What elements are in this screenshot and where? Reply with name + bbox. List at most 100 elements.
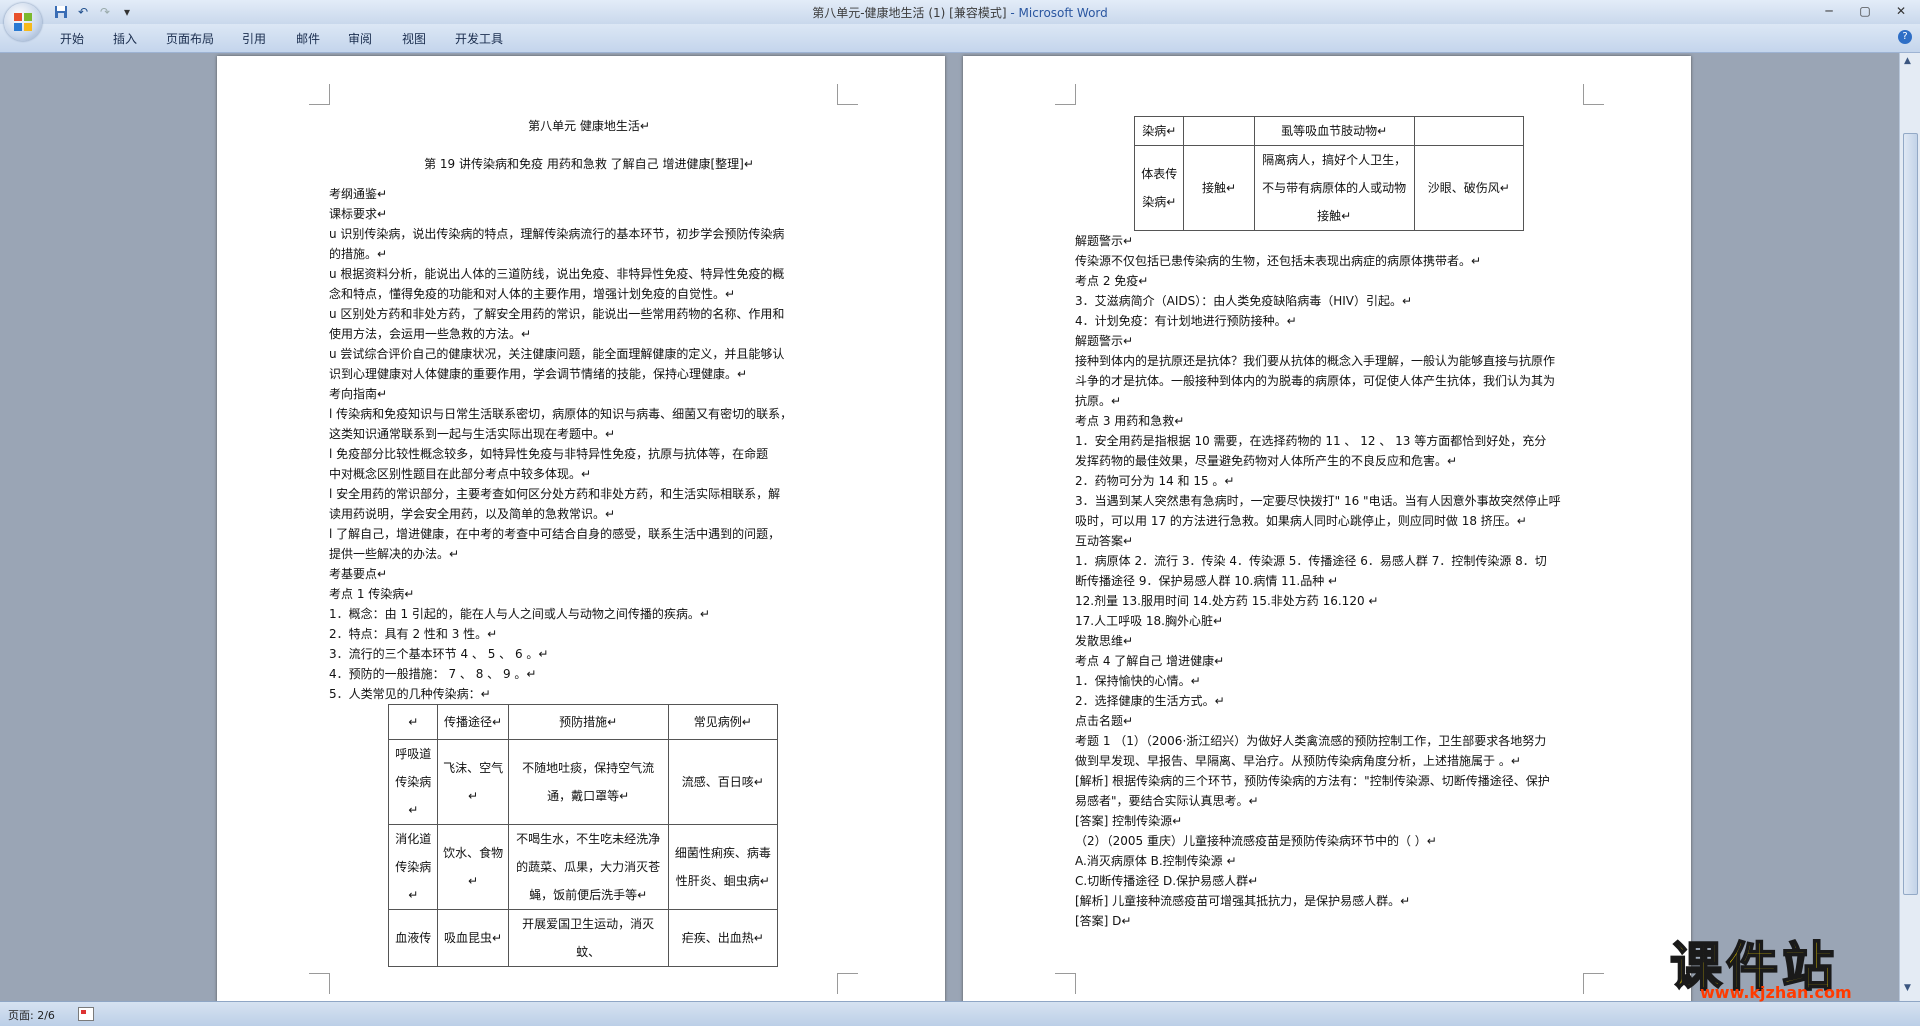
help-icon[interactable]: ? — [1898, 30, 1912, 44]
scrollbar-thumb[interactable] — [1903, 133, 1918, 895]
scroll-up-icon[interactable]: ▲ — [1904, 56, 1911, 66]
text-line: C.切断传播途径 D.保护易感人群↵ — [1075, 874, 1259, 888]
text-line: 5．人类常见的几种传染病：↵ — [329, 687, 491, 701]
text-line: 4．计划免疫：有计划地进行预防接种。↵ — [1075, 314, 1297, 328]
text-line: 传染源不仅包括已患传染病的生物，还包括未表现出病症的病原体携带者。↵ — [1075, 254, 1482, 268]
tab-mailings[interactable]: 邮件 — [296, 30, 320, 47]
tab-developer[interactable]: 开发工具 — [455, 30, 503, 47]
table-cell: 疟疾、出血热↵ — [667, 909, 779, 967]
crop-mark — [1583, 84, 1604, 105]
text-line: 发散思维↵ — [1075, 634, 1134, 648]
disease-table-continued: 染病↵ 虱等吸血节肢动物↵ 体表传染病↵ 接触↵ 隔离病人，搞好个人卫生，不与带有病原体… — [1133, 116, 1525, 231]
text-line: 这类知识通常联系到一起与生活实际出现在考题中。↵ — [329, 427, 616, 441]
document-page-1[interactable]: 第八单元 健康地生活↵ 第 19 讲传染病和免疫 用药和急救 了解自己 增进健康… — [217, 56, 945, 1001]
table-cell — [1183, 116, 1255, 146]
minimize-icon[interactable]: ─ — [1816, 2, 1842, 20]
tab-insert[interactable]: 插入 — [113, 30, 137, 47]
crop-mark — [1055, 973, 1076, 994]
text-line: l 安全用药的常识部分，主要考查如何区分处方药和非处方药，和生活实际相联系，解 — [329, 487, 781, 501]
text-line: 1．保持愉快的心情。↵ — [1075, 674, 1201, 688]
crop-mark — [1055, 84, 1076, 105]
ribbon-tabs: 开始 插入 页面布局 引用 邮件 审阅 视图 开发工具 ? — [0, 24, 1920, 53]
watermark: 课件站 www.kjzhan.com — [1669, 925, 1910, 1003]
text-line: 读用药说明，学会安全用药，以及简单的急救常识。↵ — [329, 507, 616, 521]
table-header-cell: 常见病例↵ — [667, 704, 779, 740]
maximize-icon[interactable]: ▢ — [1852, 2, 1878, 20]
text-line: 识到心理健康对人体健康的重要作用，学会调节情绪的技能，保持心理健康。↵ — [329, 367, 748, 381]
text-line: 考题 1 （1）（2006·浙江绍兴）为做好人类禽流感的预防控制工作，卫生部要求… — [1075, 734, 1547, 748]
tab-home[interactable]: 开始 — [60, 30, 84, 47]
office-button[interactable] — [4, 3, 42, 41]
text-line: 17.人工呼吸 18.胸外心脏↵ — [1075, 614, 1224, 628]
window-title: 第八单元-健康地生活 (1) [兼容模式] - Microsoft Word — [0, 4, 1920, 21]
proofing-icon[interactable] — [78, 1007, 94, 1021]
text-line: 念和特点，懂得免疫的功能和对人体的主要作用，增强计划免疫的自觉性。↵ — [329, 287, 736, 301]
status-bar: 页面: 2/6 — [0, 1001, 1920, 1026]
text-line: 1．概念：由 1 引起的，能在人与人之间或人与动物之间传播的疾病。↵ — [329, 607, 710, 621]
text-line: [解析] 儿童接种流感疫苗可增强其抵抗力，是保护易感人群。↵ — [1075, 894, 1411, 908]
text-line: 抗原。↵ — [1075, 394, 1122, 408]
table-cell: 呼吸道传染病↵ — [387, 739, 439, 825]
text-line: 使用方法，会运用一些急救的方法。↵ — [329, 327, 532, 341]
text-line: l 免疫部分比较性概念较多，如特异性免疫与非特异性免疫，抗原与抗体等，在命题 — [329, 447, 769, 461]
table-cell: 沙眼、破伤风↵ — [1413, 145, 1525, 231]
page-2-body: 染病↵ 虱等吸血节肢动物↵ 体表传染病↵ 接触↵ 隔离病人，搞好个人卫生，不与带有病原体… — [1075, 116, 1595, 931]
text-line: l 传染病和免疫知识与日常生活联系密切，病原体的知识与病毒、细菌又有密切的联系， — [329, 407, 793, 421]
text-line: u 区别处方药和非处方药，了解安全用药的常识，能说出一些常用药物的名称、作用和 — [329, 307, 785, 321]
crop-mark — [309, 973, 330, 994]
table-cell: 细菌性痢疾、病毒性肝炎、蛔虫病↵ — [667, 824, 779, 910]
close-icon[interactable]: ✕ — [1888, 2, 1914, 20]
table-cell: 流感、百日咳↵ — [667, 739, 779, 825]
document-name: 第八单元-健康地生活 (1) [兼容模式] — [812, 6, 1007, 20]
text-line: 考点 1 传染病↵ — [329, 587, 415, 601]
table-header-cell: 传播途径↵ — [437, 704, 509, 740]
table-cell: 开展爱国卫生运动，消灭蚊、 — [507, 909, 669, 967]
text-line: 2．选择健康的生活方式。↵ — [1075, 694, 1225, 708]
text-line: u 识别传染病，说出传染病的特点，理解传染病流行的基本环节，初步学会预防传染病 — [329, 227, 785, 241]
text-line: A.消灭病原体 B.控制传染源 ↵ — [1075, 854, 1237, 868]
text-line: 断传播途径 9．保护易感人群 10.病情 11.品种 ↵ — [1075, 574, 1339, 588]
text-line: 1．安全用药是指根据 10 需要，在选择药物的 11 、 12 、 13 等方面… — [1075, 434, 1547, 448]
text-line: 斗争的才是抗体。一般接种到体内的为脱毒的病原体，可促使人体产生抗体，我们认为其为 — [1075, 374, 1556, 388]
page-2-paragraphs: 解题警示↵ 传染源不仅包括已患传染病的生物，还包括未表现出病症的病原体携带者。↵ 考… — [1075, 231, 1595, 931]
text-line: l 了解自己，增进健康，在中考的考查中可结合自身的感受，联系生活中遇到的问题， — [329, 527, 781, 541]
text-line: 解题警示↵ — [1075, 234, 1134, 248]
text-line: 2．特点：具有 2 性和 3 性。↵ — [329, 627, 498, 641]
table-cell: 消化道传染病↵ — [387, 824, 439, 910]
crop-mark — [1583, 973, 1604, 994]
text-line: 课标要求↵ — [329, 207, 388, 221]
text-line: u 尝试综合评价自己的健康状况，关注健康问题，能全面理解健康的定义，并且能够认 — [329, 347, 785, 361]
text-line: （2）（2005 重庆）儿童接种流感疫苗是预防传染病环节中的（ ）↵ — [1075, 834, 1437, 848]
text-line: 的措施。↵ — [329, 247, 388, 261]
crop-mark — [837, 84, 858, 105]
table-cell: 虱等吸血节肢动物↵ — [1253, 116, 1415, 146]
text-line: 考基要点↵ — [329, 567, 388, 581]
page-counter[interactable]: 页面: 2/6 — [8, 1007, 55, 1023]
text-line: 接种到体内的是抗原还是抗体？我们要从抗体的概念入手理解，一般认为能够直接与抗原作 — [1075, 354, 1556, 368]
text-line: u 根据资料分析，能说出人体的三道防线，说出免疫、非特异性免疫、特异性免疫的概 — [329, 267, 785, 281]
table-row: 体表传染病↵ 接触↵ 隔离病人，搞好个人卫生，不与带有病原体的人或动物接触↵ 沙眼、破… — [1133, 145, 1525, 231]
table-cell: 不随地吐痰，保持空气流通，戴口罩等↵ — [507, 739, 669, 825]
table-row: 血液传 吸血昆虫↵ 开展爱国卫生运动，消灭蚊、 疟疾、出血热↵ — [387, 909, 779, 967]
text-line: 考点 3 用药和急救↵ — [1075, 414, 1185, 428]
text-line: 考纲通鉴↵ — [329, 187, 388, 201]
table-cell: 隔离病人，搞好个人卫生，不与带有病原体的人或动物接触↵ — [1253, 145, 1415, 231]
vertical-scrollbar[interactable]: ▲ ▼ — [1899, 53, 1920, 1001]
document-workspace: 第八单元 健康地生活↵ 第 19 讲传染病和免疫 用药和急救 了解自己 增进健康… — [0, 53, 1900, 1001]
text-line: 易感者"，要结合实际认真思考。↵ — [1075, 794, 1259, 808]
text-line: 发挥药物的最佳效果，尽量避免药物对人体所产生的不良反应和危害。↵ — [1075, 454, 1458, 468]
title-bar: ↶ ↷ ▾ 第八单元-健康地生活 (1) [兼容模式] - Microsoft … — [0, 0, 1920, 24]
unit-title: 第八单元 健康地生活↵ — [528, 119, 650, 133]
tab-view[interactable]: 视图 — [402, 30, 426, 47]
text-line: 考点 2 免疫↵ — [1075, 274, 1149, 288]
document-page-2[interactable]: 染病↵ 虱等吸血节肢动物↵ 体表传染病↵ 接触↵ 隔离病人，搞好个人卫生，不与带有病原体… — [963, 56, 1691, 1001]
text-line: 2．药物可分为 14 和 15 。↵ — [1075, 474, 1235, 488]
tab-page-layout[interactable]: 页面布局 — [166, 30, 214, 47]
table-cell: 不喝生水，不生吃未经洗净的蔬菜、瓜果，大力消灭苍蝇，饭前便后洗手等↵ — [507, 824, 669, 910]
table-cell: 血液传 — [387, 909, 439, 967]
tab-references[interactable]: 引用 — [242, 30, 266, 47]
text-line: [答案] D↵ — [1075, 914, 1132, 928]
tab-review[interactable]: 审阅 — [348, 30, 372, 47]
table-header-cell: 预防措施↵ — [507, 704, 669, 740]
office-logo-icon — [14, 13, 32, 31]
